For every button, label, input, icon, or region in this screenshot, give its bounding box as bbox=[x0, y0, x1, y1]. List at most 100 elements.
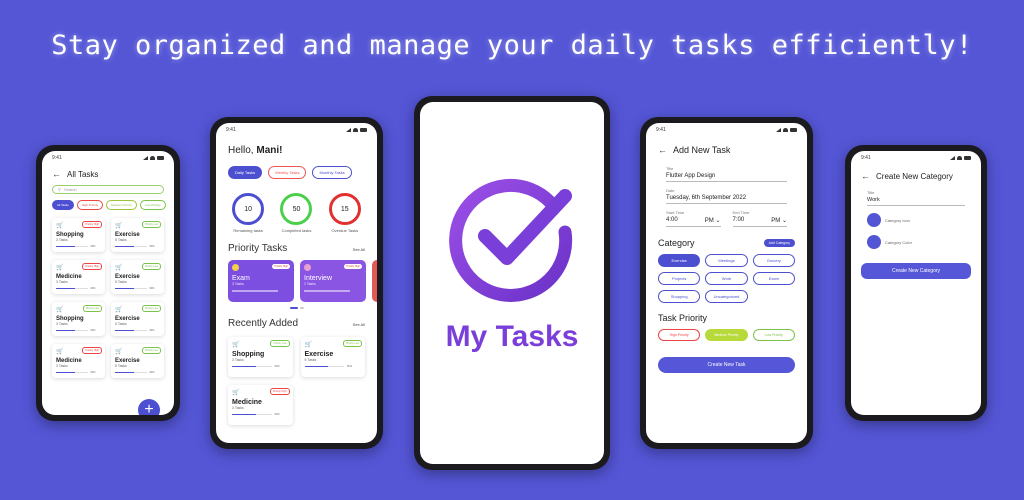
battery-icon bbox=[964, 156, 971, 160]
progress-bar bbox=[115, 371, 147, 374]
category-chip[interactable]: Meetings bbox=[705, 254, 748, 267]
chevron-down-icon: ⌄ bbox=[781, 218, 787, 224]
task-card[interactable]: 🛒 Priority Low Shopping 3 Tasks 60% bbox=[52, 302, 105, 336]
task-name: Shopping bbox=[232, 351, 265, 358]
status-time: 9:41 bbox=[52, 155, 62, 161]
tab-monthly[interactable]: Monthly Tasks bbox=[312, 166, 352, 179]
chip-high-priority[interactable]: High Priority bbox=[76, 200, 104, 210]
task-grid: 🛒 Priority High Shopping 3 Tasks 60% 🛒 Priorit… bbox=[42, 212, 174, 384]
task-card[interactable]: 🛒 Priority Low Exercise 5 Tasks 60% bbox=[111, 302, 164, 336]
task-card[interactable]: 🛒 Priority High Medicine 3 Tasks 60% bbox=[228, 385, 293, 425]
category-title-field[interactable]: Title Work bbox=[851, 187, 981, 209]
priority-low[interactable]: Low Priority bbox=[752, 329, 795, 341]
category-icon-picker[interactable]: Category Icon bbox=[851, 209, 981, 231]
priority-tag: Priority High bbox=[82, 347, 102, 354]
see-all-link[interactable]: See All bbox=[353, 247, 365, 252]
priority-high[interactable]: High Priority bbox=[658, 329, 701, 341]
recent-grid: 🛒 Priority Low Shopping 3 Tasks 60% 🛒 Priority… bbox=[216, 333, 377, 429]
task-card[interactable]: 🛒 Priority High Medicine 3 Tasks 60% bbox=[52, 260, 105, 294]
create-task-button[interactable]: Create New Task bbox=[658, 357, 795, 373]
ampm-dropdown[interactable]: PM ⌄ bbox=[705, 217, 721, 224]
priority-card[interactable]: Priority High Interview 1 Tasks bbox=[300, 260, 366, 302]
time-row: Start Time 4:00 PM ⌄ End Time 7:00 PM ⌄ bbox=[646, 207, 807, 230]
task-icon bbox=[232, 264, 239, 271]
priority-tag: Priority Low bbox=[141, 263, 161, 270]
category-title: Category bbox=[658, 238, 695, 248]
phone-all-tasks: 9:41 ← All Tasks ⚲ Search All Tasks High… bbox=[36, 145, 180, 421]
tab-weekly[interactable]: Weekly Tasks bbox=[268, 166, 307, 179]
check-circle-icon bbox=[449, 178, 573, 302]
title-field[interactable]: Title Flutter App Design bbox=[646, 163, 807, 185]
greeting: Hello, Mani! bbox=[228, 145, 283, 156]
priority-tag: Priority Low bbox=[141, 347, 161, 354]
screen-all-tasks: 9:41 ← All Tasks ⚲ Search All Tasks High… bbox=[42, 151, 174, 415]
task-card[interactable]: 🛒 Priority Low Exercise 5 Tasks 60% bbox=[111, 344, 164, 378]
category-chip[interactable]: Uncategorized bbox=[705, 290, 748, 303]
back-arrow-icon[interactable]: ← bbox=[861, 171, 870, 181]
signal-icon bbox=[143, 156, 148, 160]
progress-bar bbox=[304, 290, 351, 292]
signal-icon bbox=[950, 156, 955, 160]
page-title: Create New Category bbox=[876, 171, 953, 181]
task-card[interactable]: 🛒 Priority Low Shopping 3 Tasks 60% bbox=[228, 337, 293, 377]
chip-medium-priority[interactable]: Medium Priority bbox=[106, 200, 137, 210]
new-category-header: ← Create New Category bbox=[851, 161, 981, 187]
recent-section-header: Recently Added See All bbox=[216, 312, 377, 333]
progress-percent: 60% bbox=[274, 365, 280, 368]
create-category-button[interactable]: Create New Category bbox=[861, 263, 971, 279]
task-card[interactable]: 🛒 Priority High Shopping 3 Tasks 60% bbox=[52, 218, 105, 252]
category-chip[interactable]: Grocery bbox=[752, 254, 795, 267]
wifi-icon bbox=[353, 128, 358, 132]
category-color-picker[interactable]: Category Color bbox=[851, 231, 981, 253]
progress-percent: 60% bbox=[90, 371, 96, 374]
end-time-field[interactable]: End Time 7:00 PM ⌄ bbox=[732, 210, 787, 227]
priority-tag: Priority High bbox=[269, 388, 290, 395]
status-time: 9:41 bbox=[656, 127, 666, 133]
priority-card-partial[interactable] bbox=[372, 260, 377, 302]
stat-overdue: 15 Overdue Tasks bbox=[328, 193, 361, 233]
phone-new-category: 9:41 ← Create New Category Title Work Ca… bbox=[845, 145, 987, 421]
tab-daily[interactable]: Daily Tasks bbox=[228, 166, 263, 179]
priority-medium[interactable]: Medium Priority bbox=[705, 329, 748, 341]
category-chip[interactable]: Projects bbox=[658, 272, 701, 285]
recent-title: Recently Added bbox=[228, 318, 299, 329]
start-time-field[interactable]: Start Time 4:00 PM ⌄ bbox=[666, 210, 721, 227]
progress-bar bbox=[304, 365, 345, 368]
task-icon bbox=[304, 264, 311, 271]
progress-bar bbox=[115, 287, 147, 290]
color-preview bbox=[867, 235, 881, 249]
priority-card[interactable]: Priority High Exam 3 Tasks bbox=[228, 260, 294, 302]
icon-preview bbox=[867, 213, 881, 227]
category-chip[interactable]: Work bbox=[705, 272, 748, 285]
priority-tag: Priority Low bbox=[141, 305, 161, 312]
category-chip[interactable]: Exam bbox=[752, 272, 795, 285]
category-chip[interactable]: Exercise bbox=[658, 254, 701, 267]
progress-percent: 60% bbox=[274, 413, 280, 416]
status-time: 9:41 bbox=[861, 155, 871, 161]
chip-low-priority[interactable]: Low Priority bbox=[139, 200, 166, 210]
task-card[interactable]: 🛒 Priority Low Exercise 5 Tasks 60% bbox=[300, 337, 365, 377]
progress-bar bbox=[56, 287, 88, 290]
add-task-button[interactable]: + bbox=[138, 399, 160, 415]
see-all-link[interactable]: See All bbox=[353, 322, 365, 327]
screen-new-category: 9:41 ← Create New Category Title Work Ca… bbox=[851, 151, 981, 415]
ampm-dropdown[interactable]: PM ⌄ bbox=[771, 217, 787, 224]
progress-bar bbox=[232, 365, 272, 368]
priority-options: High Priority Medium Priority Low Priori… bbox=[646, 327, 807, 343]
date-field[interactable]: Date Tuesday, 6th September 2022 bbox=[646, 185, 807, 207]
back-arrow-icon[interactable]: ← bbox=[658, 145, 667, 155]
task-card[interactable]: 🛒 Priority High Medicine 3 Tasks 60% bbox=[52, 344, 105, 378]
task-name: Exercise bbox=[304, 351, 334, 358]
task-card[interactable]: 🛒 Priority Low Exercise 5 Tasks 60% bbox=[111, 260, 164, 294]
task-card[interactable]: 🛒 Priority Low Exercise 5 Tasks 60% bbox=[111, 218, 164, 252]
phone-splash: My Tasks bbox=[414, 96, 610, 470]
back-arrow-icon[interactable]: ← bbox=[52, 169, 61, 179]
chip-all-tasks[interactable]: All Tasks bbox=[52, 200, 74, 210]
status-bar: 9:41 bbox=[42, 151, 174, 161]
search-input[interactable]: ⚲ Search bbox=[52, 185, 164, 194]
progress-percent: 60% bbox=[149, 371, 155, 374]
add-category-button[interactable]: Add Category bbox=[763, 239, 795, 247]
category-chip[interactable]: Shopping bbox=[658, 290, 701, 303]
period-tabs: Daily Tasks Weekly Tasks Monthly Tasks bbox=[216, 162, 377, 183]
task-name: Medicine bbox=[232, 399, 262, 406]
